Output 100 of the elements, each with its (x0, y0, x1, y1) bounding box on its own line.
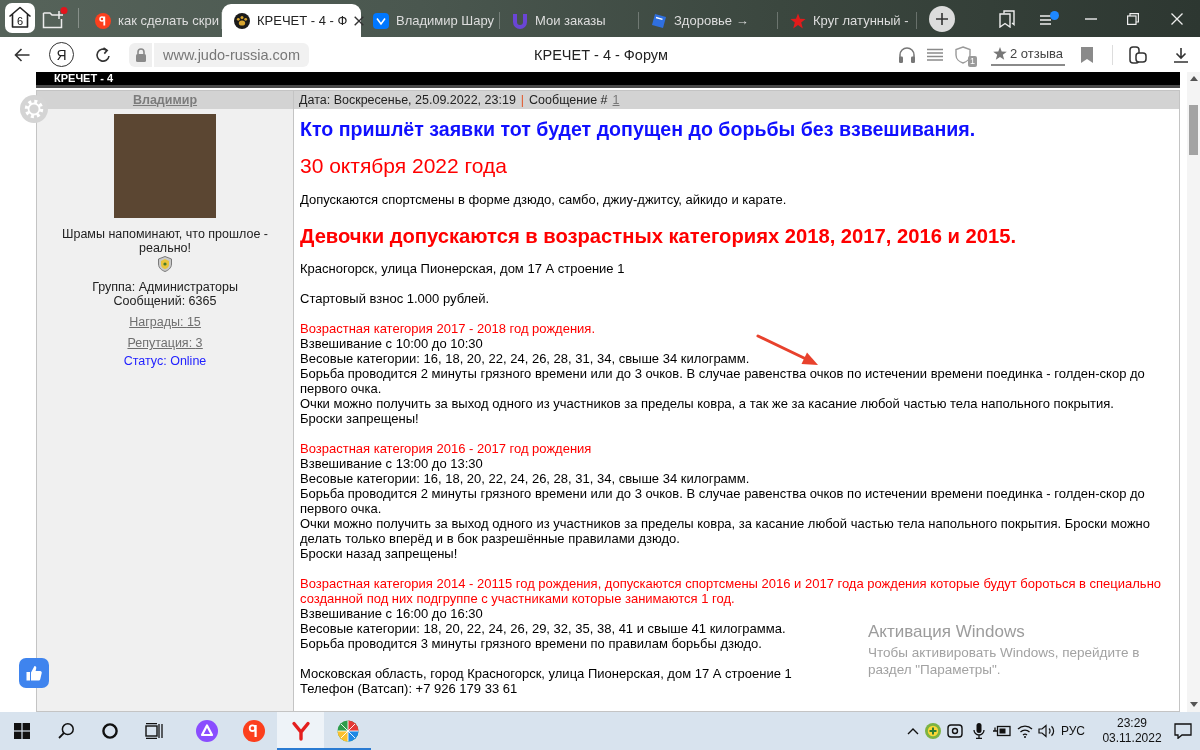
page-title: КРЕЧЕТ - 4 - Форум (533, 46, 669, 63)
notification-icon (1173, 723, 1192, 739)
pinwheel-icon (336, 720, 359, 742)
post-text: Взвешивание с 13:00 до 13:30 (300, 456, 483, 471)
microphone-icon (973, 723, 985, 739)
house-icon (8, 6, 32, 28)
book-icon (651, 12, 667, 29)
stat-link[interactable]: 15 (186, 315, 201, 329)
post-text: Очки можно получить за выход одного из участников за пределы ковра, а так же за касание любой частью тела напольного покрытия. (300, 396, 1114, 411)
post-text: Красногорск, улица Пионерская, дом 17 А строение 1 (300, 261, 625, 276)
banner-title: КРЕЧЕТ - 4 (54, 72, 114, 85)
shield-icon (954, 45, 971, 64)
annotation-arrow (756, 334, 818, 365)
event-date: 30 октября 2022 года (300, 153, 507, 179)
activation-title: Активация Windows (868, 621, 1026, 642)
scrollbar-thumb[interactable] (1189, 105, 1198, 155)
post-text: Весовые категории: 18, 20, 22, 24, 26, 29, 32, 35, 38, 41 и свыше 41 килограмма. (300, 621, 786, 636)
post-text: Стартовый взнос 1.000 рублей. (300, 291, 490, 306)
language-button[interactable]: РУС (1058, 712, 1088, 750)
site-info-button[interactable] (129, 42, 152, 67)
post-text: Московская область, город Красногорск, улица Пионерская, дом 17 А строение 1 (300, 666, 792, 681)
browser-tab[interactable]: как сделать скри (83, 4, 222, 37)
circle-logo-icon (95, 12, 111, 29)
u-shape-icon (512, 12, 528, 29)
new-tab-button[interactable] (929, 6, 955, 32)
post-text: Взвешивание с 10:00 до 10:30 (300, 336, 483, 351)
menu-icon (1039, 10, 1059, 27)
author-stat: Статус: Online (123, 354, 207, 368)
activation-text: Чтобы активировать Windows, перейдите в раздел "Параметры". (868, 644, 1140, 678)
post-date: Дата: Воскресенье, 25.09.2022, 23:19 (299, 93, 516, 107)
download-icon (1173, 46, 1189, 63)
post-text: Борьба проводится 2 минуты грязного времени или до 3 очков. В случае равенства очков по истечении времени поединка - голден-скор до первого очка. (300, 366, 1146, 396)
headphones-icon (897, 46, 916, 63)
paw-icon (234, 12, 250, 29)
start-icon (14, 723, 30, 739)
wifi-icon (1017, 724, 1033, 738)
category-heading: Возрастная категория 2014 - 20115 год рождения, допускаются спортсмены 2016 и 2017 года рождения которые будут бороться в специально созданной под них подгруппе с участниками которые занимаются 1 год. (300, 576, 1163, 606)
post-notice: Девочки допускаются в возрастных категориях 2018, 2017, 2016 и 2015. (300, 224, 1017, 249)
stat-link[interactable]: 3 (195, 336, 203, 350)
address-field[interactable]: www.judo-russia.com (154, 42, 309, 67)
reviews-link[interactable]: 2 отзыва (990, 43, 1065, 66)
post-text: Взвешивание с 16:00 до 16:30 (300, 606, 483, 621)
post-headline: Кто пришлёт заявки тот будет допущен до борьбы без взвешивания. (300, 117, 976, 142)
speaker-icon (1038, 724, 1056, 738)
close-icon (354, 15, 365, 26)
search-icon (58, 723, 74, 739)
restore-icon (1127, 12, 1139, 25)
post-text: Броски назад запрещены! (300, 546, 458, 561)
bookmark-stack-icon (999, 9, 1015, 28)
author-stat: Сообщений: 6365 (113, 294, 217, 308)
browser-tab[interactable]: Мои заказы (500, 4, 639, 37)
post-text: Допускаются спортсмены в форме дзюдо, самбо, джиу-джитсу, айкидо и карате. (300, 192, 787, 207)
post-number-label: Сообщение # (529, 93, 608, 107)
category-heading: Возрастная категория 2016 - 2017 год рождения (300, 441, 592, 456)
meta-separator: | (520, 93, 525, 107)
close-icon (1171, 12, 1183, 25)
scrollbar[interactable] (1187, 72, 1200, 712)
chevron-up-icon (907, 727, 919, 735)
browser-logo-icon (290, 721, 311, 741)
author-stat: Группа: Администраторы (92, 280, 238, 294)
ring-icon (102, 723, 118, 739)
plus-circle-icon (925, 723, 941, 739)
taskbar-app[interactable] (277, 712, 324, 750)
logo-button[interactable]: Я (49, 42, 74, 67)
post-text: Очки можно получить за выход одного из участников за пределы ковра, за касание любой частью тела напольного покрытия. Броски можно делать только вперёд и в бок разрешённые правилами дзюдо. (300, 516, 1151, 546)
post-text: Весовые категории: 16, 18, 20, 22, 24, 26, 28, 31, 34, свыше 34 килограмм. (300, 471, 750, 486)
cards-icon (1129, 45, 1147, 64)
task-view-icon (145, 723, 163, 739)
category-heading: Возрастная категория 2017 - 2018 год рождения. (300, 321, 595, 336)
square-logo-icon (373, 12, 389, 29)
minimize-icon (1085, 17, 1097, 20)
browser-tab[interactable]: Круг латунный - (778, 4, 917, 37)
gear-icon (24, 99, 44, 119)
battery-icon (993, 725, 1011, 737)
post-text: Весовые категории: 16, 18, 20, 22, 24, 26, 28, 31, 34, свыше 34 килограмм. (300, 351, 750, 366)
circle-logo-icon (242, 720, 265, 742)
author-stat: Репутация: 3 (127, 336, 203, 350)
browser-tab[interactable]: Здоровье → (639, 4, 778, 37)
user-signature: Шрамы напоминают, что прошлое - реально! (61, 227, 269, 255)
bookmark-icon (1081, 46, 1093, 63)
scroll-down-icon (1189, 702, 1198, 707)
post-text: Броски запрещены! (300, 411, 419, 426)
browser-tab[interactable]: КРЕЧЕТ - 4 - Ф (222, 4, 361, 37)
star-icon (992, 47, 1007, 60)
browser-tab[interactable]: Владимир Шару (361, 4, 500, 37)
star-icon (790, 12, 806, 29)
folder-plus-icon (42, 7, 68, 29)
rank-shield-icon (158, 256, 172, 272)
post-text: Телефон (Ватсап): +7 926 179 33 61 (300, 681, 518, 696)
lock-icon (134, 47, 147, 62)
post-text: Борьба проводится 2 минуты грязного времени или до 3 очков. В случае равенства очков по истечении времени поединка - голден-скор до первого очка. (300, 486, 1146, 516)
triangle-circle-icon (195, 720, 218, 742)
plus-icon (936, 13, 948, 25)
thumbs-up-icon (26, 665, 42, 681)
text-lines-icon (925, 47, 944, 62)
post-text: Борьба проводится 3 минуты грязного времени по правилам борьбы дзюдо. (300, 636, 762, 651)
clock-button[interactable]: 23:29 03.11.2022 (1099, 712, 1165, 750)
tabs-button[interactable]: 6 (5, 3, 35, 33)
like-button[interactable] (19, 658, 49, 688)
scroll-up-icon (1189, 76, 1198, 81)
